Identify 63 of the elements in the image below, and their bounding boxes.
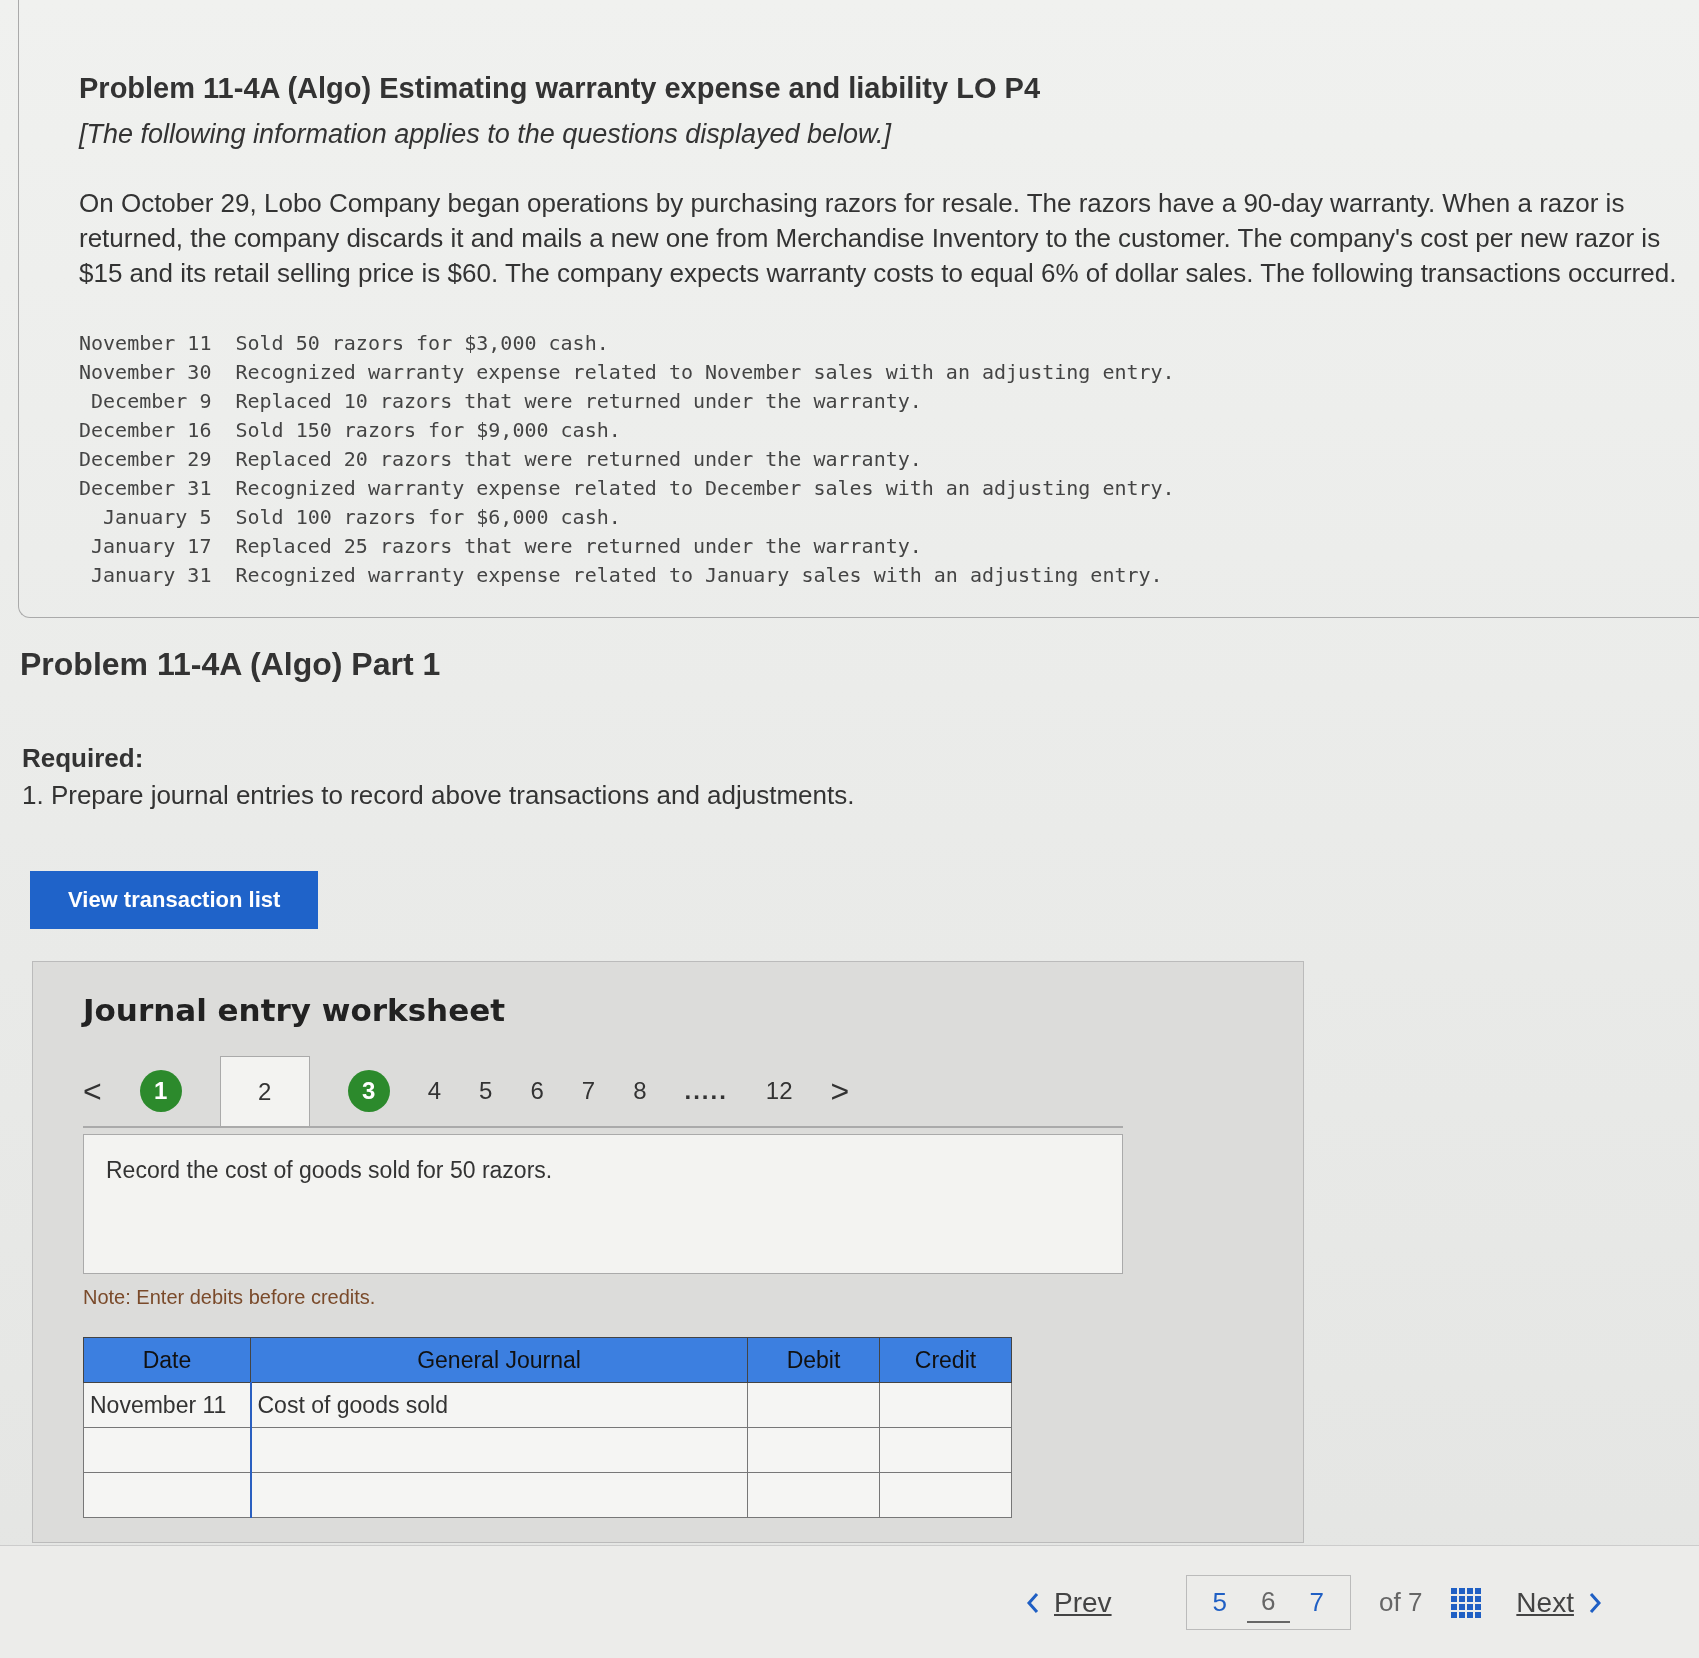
worksheet-tab[interactable]: 3 — [347, 1070, 390, 1112]
transaction-text: Replaced 10 razors that were returned under the warranty. — [235, 389, 923, 413]
account-cell[interactable]: Cost of goods sold — [250, 1382, 748, 1428]
worksheet-tab[interactable]: 8 — [633, 1077, 647, 1105]
part-title: Problem 11-4A (Algo) Part 1 — [20, 646, 442, 683]
info-note: [The following information applies to the questions displayed below.] — [79, 119, 893, 150]
debit-cell[interactable] — [747, 1427, 880, 1473]
account-cell[interactable] — [250, 1472, 748, 1518]
column-header: Debit — [747, 1337, 880, 1383]
transaction-text: Recognized warranty expense related to December sales with an adjusting entry. — [235, 476, 1176, 500]
ellipsis: ..... — [684, 1077, 728, 1105]
page-number[interactable]: 7 — [1295, 1582, 1338, 1623]
debit-cell[interactable] — [747, 1472, 880, 1518]
worksheet-title: Journal entry worksheet — [83, 992, 507, 1028]
credit-cell[interactable] — [879, 1472, 1012, 1518]
transaction-text: Recognized warranty expense related to November sales with an adjusting entry. — [235, 360, 1176, 384]
problem-title: Problem 11-4A (Algo) Estimating warranty expense and liability LO P4 — [79, 72, 1041, 105]
transaction-text: Replaced 20 razors that were returned under the warranty. — [235, 447, 923, 471]
worksheet-tab[interactable]: 7 — [581, 1077, 596, 1105]
worksheet-tab[interactable]: 6 — [530, 1077, 544, 1105]
date-cell[interactable]: November 11 — [83, 1382, 251, 1428]
credit-cell[interactable] — [879, 1382, 1012, 1428]
date-cell[interactable] — [83, 1427, 251, 1473]
page-count: of 7 — [1379, 1587, 1423, 1618]
transaction-date: November 30 — [79, 360, 212, 384]
transaction-text: Sold 50 razors for $3,000 cash. — [235, 331, 610, 355]
column-header: General Journal — [250, 1337, 748, 1383]
page-number[interactable]: 5 — [1198, 1582, 1242, 1623]
column-header: Credit — [879, 1337, 1012, 1383]
transaction-date: November 11 — [79, 331, 212, 355]
chevron-right-icon — [1587, 1591, 1602, 1614]
prompt-text: Record the cost of goods sold for 50 razors. — [106, 1157, 553, 1183]
transaction-date: January 5 — [102, 505, 212, 529]
worksheet-tab[interactable]: 1 — [139, 1070, 182, 1112]
prev-link[interactable]: Prev — [1020, 1585, 1118, 1620]
page-number[interactable]: 6 — [1247, 1582, 1290, 1623]
view-transaction-list-button[interactable]: View transaction list — [30, 871, 319, 929]
worksheet-tab[interactable]: 5 — [479, 1077, 493, 1105]
transaction-text: Sold 100 razors for $6,000 cash. — [235, 505, 622, 529]
credit-cell[interactable] — [879, 1427, 1012, 1473]
transaction-date: December 29 — [79, 447, 212, 471]
column-header: Date — [83, 1337, 251, 1383]
instruction-text: 1. Prepare journal entries to record above transactions and adjustments. — [22, 780, 856, 811]
entry-note: Note: Enter debits before credits. — [83, 1286, 377, 1309]
transaction-date: December 9 — [90, 389, 212, 413]
transaction-date: December 16 — [79, 418, 212, 442]
transaction-text: Recognized warranty expense related to January sales with an adjusting entry. — [235, 563, 1164, 587]
next-link[interactable]: Next — [1510, 1585, 1608, 1620]
grid-icon[interactable] — [1450, 1586, 1483, 1619]
debit-cell[interactable] — [747, 1382, 880, 1428]
transaction-date: January 31 — [90, 563, 212, 587]
transaction-date: December 31 — [79, 476, 212, 500]
date-cell[interactable] — [83, 1472, 251, 1518]
chevron-left-icon — [1026, 1591, 1040, 1614]
intro-paragraph: On October 29, Lobo Company began operations by purchasing razors for resale. The razors have a 90-day warranty. When a razor is returned, the company discards it and mails a new one from Merchandise Inventory to the customer. The company's cost per new razor is $15 and its retail selling price is $60. The company expects warranty costs to equal 6% of dollar sales. The following transactions occurred. — [79, 187, 1678, 290]
transaction-text: Sold 150 razors for $9,000 cash. — [235, 418, 622, 442]
required-label: Required: — [22, 743, 145, 774]
transaction-date: January 17 — [90, 534, 212, 558]
worksheet-tab[interactable]: 2 — [219, 1056, 310, 1126]
account-cell[interactable] — [250, 1427, 748, 1473]
worksheet-tab[interactable]: 12 — [765, 1077, 793, 1105]
worksheet-tab[interactable]: 4 — [427, 1077, 442, 1105]
transaction-text: Replaced 25 razors that were returned under the warranty. — [235, 534, 923, 558]
